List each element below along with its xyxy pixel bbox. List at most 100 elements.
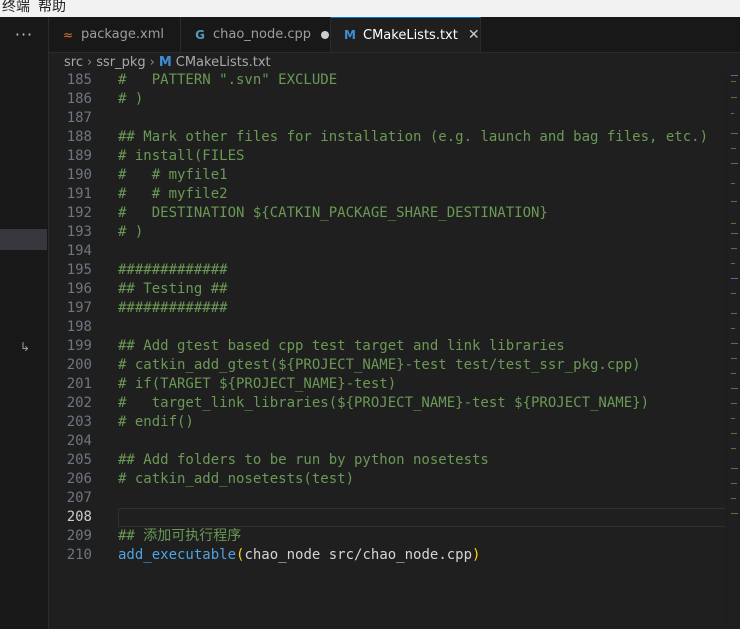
code-line[interactable]: 195 ############# [49,261,725,280]
code-line[interactable]: 204 [49,432,725,451]
code-text: ############# [118,262,228,278]
code-text: # target_link_libraries(${PROJECT_NAME}-… [118,395,650,411]
tab-cmakelists[interactable]: M CMakeLists.txt ✕ [331,17,481,52]
cmake-file-icon: M [158,55,172,70]
code-line[interactable]: 190 # # myfile1 [49,166,725,185]
line-number: 208 [66,509,92,525]
code-text: # install(FILES [118,148,245,164]
code-text: # endif() [118,414,194,430]
code-line[interactable]: 188 ## Mark other files for installation … [49,128,725,147]
code-text: ## Mark other files for installation (e.… [118,129,709,145]
code-line[interactable]: 194 [49,242,725,261]
code-line[interactable]: 205 ## Add folders to be run by python no… [49,451,725,470]
tab-chao-node-cpp[interactable]: G chao_node.cpp [181,17,331,52]
code-line[interactable]: 206 # catkin_add_nosetests(test) [49,470,725,489]
line-number: 200 [66,357,92,373]
code-line[interactable]: 197 ############# [49,299,725,318]
code-editor[interactable]: 185 # PATTERN ".svn" EXCLUDE 186 # ) 187 188 #… [49,73,725,629]
code-text: # catkin_add_gtest(${PROJECT_NAME}-test … [118,357,641,373]
line-number: 198 [66,319,92,335]
line-number: 186 [66,91,92,107]
line-number: 199 [66,338,92,354]
code-text: ## 添加可执行程序 [118,528,242,544]
minimap-line [731,373,736,374]
menu-help[interactable]: 帮助 [36,0,66,15]
chevron-right-icon: › [149,55,155,70]
minimap-line [731,81,736,82]
code-line[interactable]: 187 [49,109,725,128]
close-icon[interactable]: ✕ [468,27,480,43]
code-line[interactable]: 199 ## Add gtest based cpp test target an… [49,337,725,356]
code-line[interactable]: 192 # DESTINATION ${CATKIN_PACKAGE_SHARE_… [49,204,725,223]
code-line[interactable]: 196 ## Testing ## [49,280,725,299]
code-line[interactable]: 207 [49,489,725,508]
code-line[interactable]: 198 [49,318,725,337]
function-name: add_executable [118,547,237,563]
code-line[interactable]: 209 ## 添加可执行程序 [49,527,725,546]
code-line[interactable]: 203 # endif() [49,413,725,432]
code-line[interactable]: 193 # ) [49,223,725,242]
code-line[interactable]: 185 # PATTERN ".svn" EXCLUDE [49,73,725,90]
breadcrumb-src[interactable]: src [64,55,83,70]
rss-icon: ≈ [62,27,74,42]
minimap-line [731,133,738,134]
line-number: 191 [66,186,92,202]
code-text: # # myfile2 [118,186,228,202]
code-line[interactable]: 200 # catkin_add_gtest(${PROJECT_NAME}-te… [49,356,725,375]
minimap-line [731,358,737,359]
breadcrumb-ssr-pkg[interactable]: ssr_pkg [96,55,145,70]
minimap-line [731,433,737,434]
code-line[interactable]: 186 # ) [49,90,725,109]
code-text: ## Add gtest based cpp test target and l… [118,338,565,354]
line-number: 194 [66,243,92,259]
code-line[interactable]: 210 add_executable(chao_node src/chao_nod… [49,546,725,565]
line-number: 207 [66,490,92,506]
line-number: 210 [66,547,92,563]
line-number: 195 [66,262,92,278]
minimap-line [731,263,735,264]
breadcrumb: src › ssr_pkg › M CMakeLists.txt [49,53,740,73]
tab-package-xml[interactable]: ≈ package.xml [49,17,181,52]
minimap-line [731,483,737,484]
code-text: # # myfile1 [118,167,228,183]
minimap-line [731,418,735,419]
line-number: 201 [66,376,92,392]
line-number: 196 [66,281,92,297]
line-number: 204 [66,433,92,449]
line-number: 187 [66,110,92,126]
line-number: 188 [66,129,92,145]
minimap-line [731,278,738,279]
menu-terminal[interactable]: 终端 [0,0,30,15]
function-args: chao_node src/chao_node.cpp [244,547,473,563]
minimap-line [731,388,738,389]
more-icon[interactable]: ··· [0,25,48,44]
line-number: 202 [66,395,92,411]
minimap-line [731,448,736,449]
minimap-line [731,248,737,249]
minimap-line [731,498,736,499]
minimap[interactable] [729,73,740,629]
minimap-line [731,513,738,514]
line-number: 185 [66,73,92,88]
code-line[interactable]: 191 # # myfile2 [49,185,725,204]
chevron-right-icon: › [86,55,93,70]
code-line[interactable]: 208 [49,508,725,527]
minimap-line [731,223,736,224]
breadcrumb-file[interactable]: CMakeLists.txt [176,55,271,70]
minimap-line [731,343,738,344]
minimap-line [731,163,738,164]
menu-bar: 终端 帮助 [0,0,740,17]
activity-selection [0,229,47,250]
code-text: ## Add folders to be run by python noset… [118,452,489,468]
code-text: # catkin_add_nosetests(test) [118,471,355,487]
code-line[interactable]: 202 # target_link_libraries(${PROJECT_NAM… [49,394,725,413]
minimap-line [731,201,737,202]
minimap-line [731,75,738,76]
code-text: # ) [118,224,144,240]
minimap-line [731,328,735,329]
code-text: # PATTERN ".svn" EXCLUDE [118,73,338,88]
code-line[interactable]: 201 # if(TARGET ${PROJECT_NAME}-test) [49,375,725,394]
code-line[interactable]: 189 # install(FILES [49,147,725,166]
minimap-line [731,313,737,314]
tab-label: chao_node.cpp [213,27,312,42]
